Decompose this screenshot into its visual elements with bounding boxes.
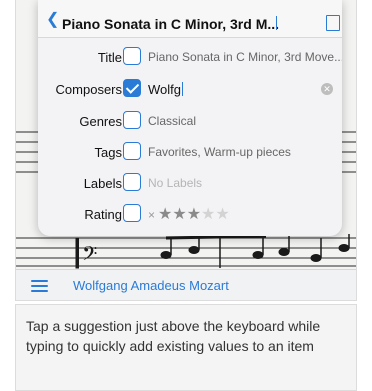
field-value[interactable]: Favorites, Warm-up pieces — [148, 145, 291, 159]
field-row-tags[interactable]: Tags Favorites, Warm-up pieces — [38, 137, 342, 168]
field-checkbox[interactable] — [123, 204, 141, 222]
clear-input-icon[interactable]: ✕ — [321, 83, 333, 95]
composer-input-text: Wolfg — [148, 82, 181, 97]
field-checkbox[interactable] — [123, 173, 141, 191]
field-row-title[interactable]: Title Piano Sonata in C Minor, 3rd Move.… — [38, 42, 342, 73]
composer-input[interactable]: Wolfg — [148, 82, 183, 97]
text-caret — [182, 82, 183, 96]
field-label: Labels — [83, 176, 122, 191]
field-row-genres[interactable]: Genres Classical — [38, 106, 342, 137]
back-chevron-icon[interactable]: ❮ — [46, 12, 59, 28]
star-filled-icon[interactable]: ★ — [158, 206, 172, 223]
field-value[interactable]: No Labels — [148, 176, 202, 190]
popover-header: ❮ Piano Sonata in C Minor, 3rd M... — [38, 0, 342, 38]
field-checkbox[interactable] — [123, 111, 141, 129]
star-empty-icon[interactable]: ★ — [215, 206, 229, 223]
field-label: Genres — [79, 114, 122, 129]
rating-stars[interactable]: × ★★★★★ — [148, 204, 230, 224]
field-checkbox[interactable] — [123, 142, 141, 160]
field-row-rating[interactable]: Rating × ★★★★★ — [38, 199, 342, 230]
field-label: Rating — [84, 207, 122, 222]
popover-title: Piano Sonata in C Minor, 3rd M... — [62, 16, 280, 32]
star-filled-icon[interactable]: ★ — [172, 206, 186, 223]
clear-rating-icon[interactable]: × — [148, 208, 155, 222]
edit-metadata-popover: ❮ Piano Sonata in C Minor, 3rd M... Titl… — [38, 0, 342, 236]
field-row-composers[interactable]: Composers Wolfg ✕ — [38, 74, 342, 105]
caption-text: Tap a suggestion just above the keyboard… — [15, 304, 357, 391]
share-icon[interactable] — [326, 15, 340, 31]
field-checkbox[interactable] — [123, 47, 141, 65]
star-empty-icon[interactable]: ★ — [201, 206, 215, 223]
app-screenshot-frame: 𝄢 ❮ Piano Sonata in C Minor, 3rd M... Ti… — [15, 0, 357, 301]
svg-text:𝄢: 𝄢 — [82, 242, 97, 270]
field-value[interactable]: Classical — [148, 114, 196, 128]
field-label: Composers — [55, 82, 122, 97]
bottom-toolbar: Wolfgang Amadeus Mozart — [16, 269, 356, 300]
field-row-labels[interactable]: Labels No Labels — [38, 168, 342, 199]
field-value[interactable]: Piano Sonata in C Minor, 3rd Move... — [148, 50, 342, 64]
header-divider — [276, 16, 277, 30]
field-checkbox[interactable] — [123, 79, 141, 97]
hamburger-menu-icon[interactable] — [31, 280, 48, 292]
star-rating[interactable]: ★★★★★ — [158, 206, 230, 223]
field-label: Tags — [94, 145, 122, 160]
field-label: Title — [97, 50, 122, 65]
current-composer-title[interactable]: Wolfgang Amadeus Mozart — [73, 278, 229, 293]
star-filled-icon[interactable]: ★ — [187, 206, 201, 223]
